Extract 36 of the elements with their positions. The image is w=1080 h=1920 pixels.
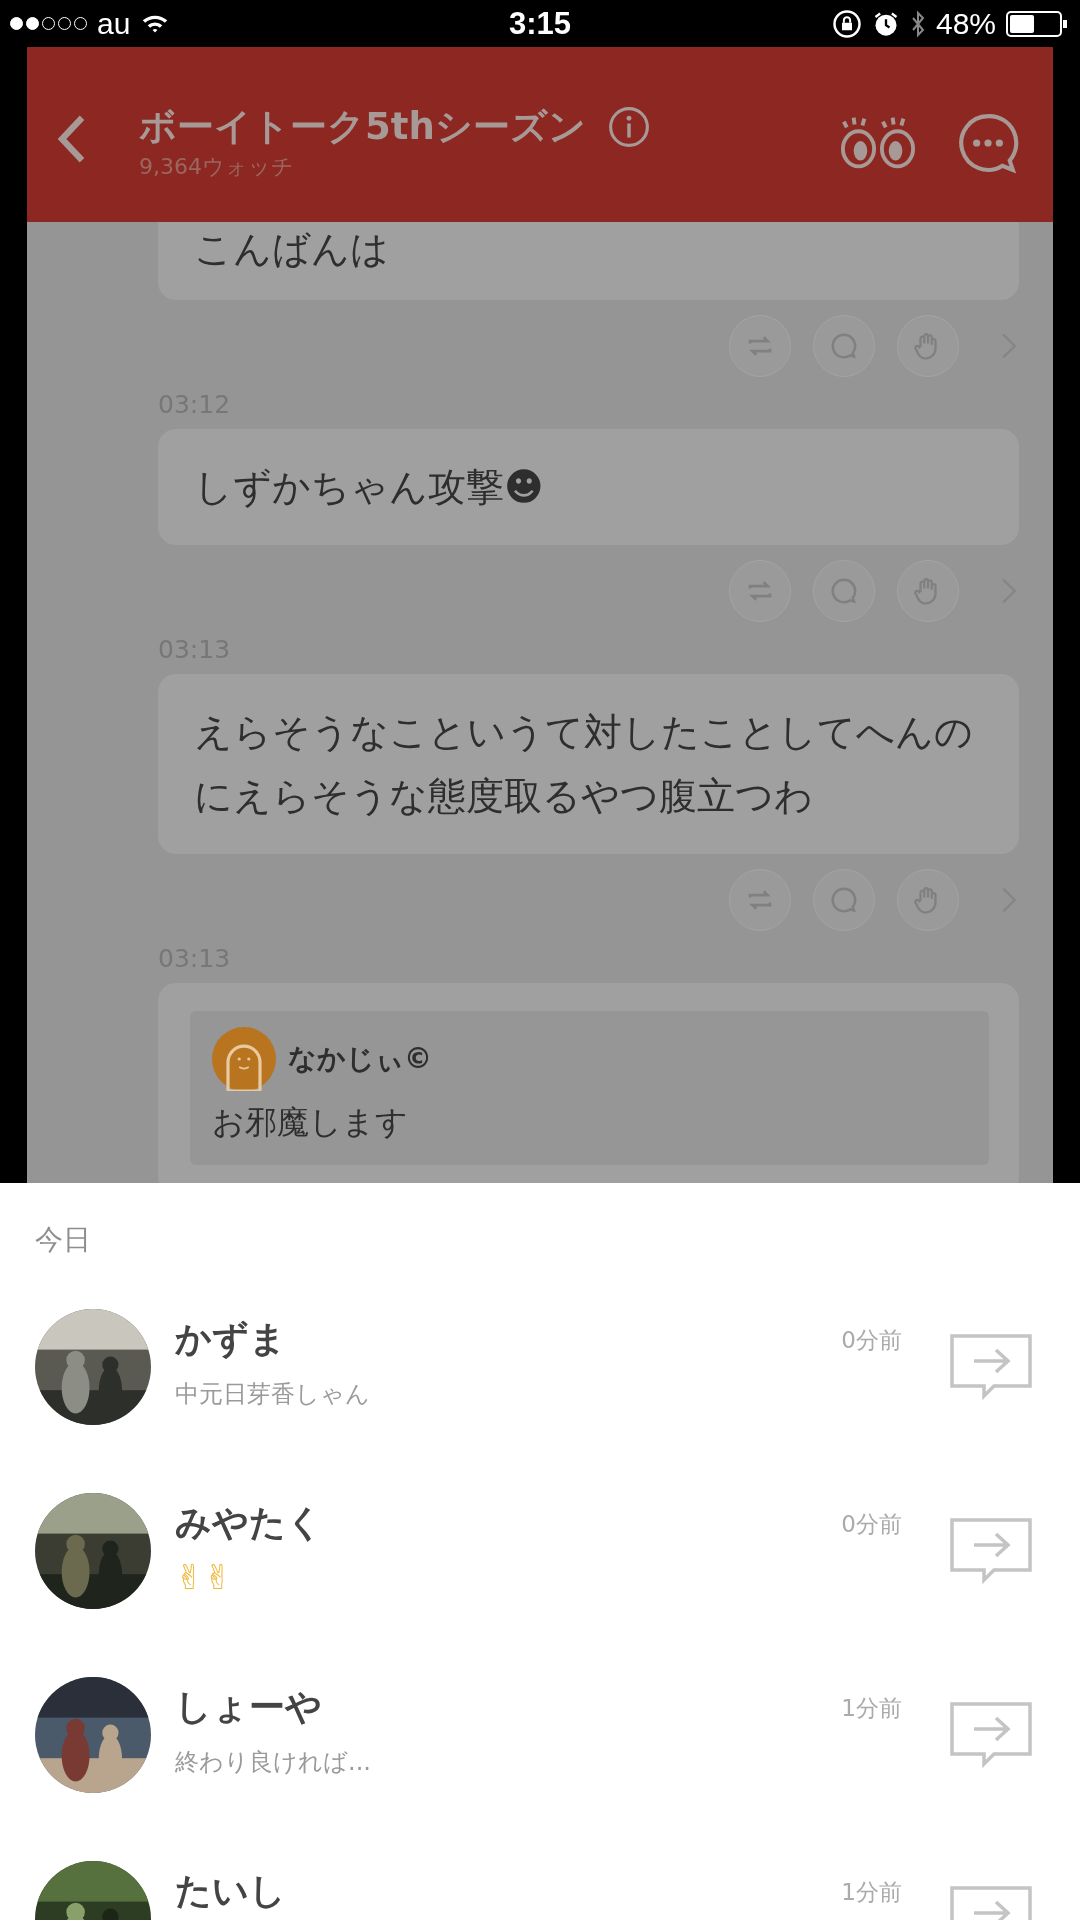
battery-icon: [1006, 9, 1068, 38]
watch-count: 9,364ウォッチ: [139, 152, 295, 181]
elapsed-time: 0分前: [841, 1326, 902, 1355]
quoted-text: お邪魔します: [212, 1102, 409, 1143]
share-arrow-icon[interactable]: [950, 1334, 1032, 1400]
elapsed-time: 1分前: [841, 1878, 902, 1907]
user-name: かずま: [175, 1317, 287, 1361]
eyes-icon[interactable]: [839, 114, 917, 171]
info-icon[interactable]: [607, 105, 650, 148]
share-arrow-icon[interactable]: [950, 1702, 1032, 1768]
section-heading: 今日: [35, 1222, 92, 1258]
share-arrow-icon[interactable]: [950, 1518, 1032, 1584]
clock-time: 3:15: [509, 5, 571, 42]
chat-bubble-icon[interactable]: [957, 111, 1019, 174]
message-preview: 終わり良ければ...: [175, 1747, 372, 1778]
channel-title: ボーイトーク5thシーズン: [139, 103, 586, 150]
speech-bubble-icon: [829, 576, 859, 606]
user-name: たいし: [175, 1869, 287, 1913]
back-icon[interactable]: [57, 113, 87, 164]
elapsed-time: 1分前: [841, 1694, 902, 1723]
user-name: みやたく: [175, 1501, 324, 1545]
battery-percentage: 48%: [935, 6, 996, 41]
elapsed-time: 0分前: [841, 1510, 902, 1539]
user-name: しょーや: [175, 1685, 323, 1729]
speech-bubble-icon: [829, 331, 859, 361]
message-preview: ✌✌: [175, 1562, 233, 1592]
bluetooth-icon: [909, 8, 926, 39]
message-text: えらそうなこというて対したことしてへんのにえらそうな態度取るやつ腹立つわ: [194, 709, 974, 820]
rotation-lock-icon: [831, 8, 862, 39]
speech-bubble-icon: [829, 885, 859, 915]
message-text: しずかちゃん攻撃☻: [194, 464, 545, 511]
user-avatar-icon: [212, 1027, 276, 1091]
message-preview: 中元日芽香しゃん: [175, 1379, 371, 1410]
carrier-name: au: [97, 6, 131, 41]
quoted-author: なかじぃ©: [288, 1041, 432, 1077]
message-text: こんばんは: [194, 226, 390, 273]
